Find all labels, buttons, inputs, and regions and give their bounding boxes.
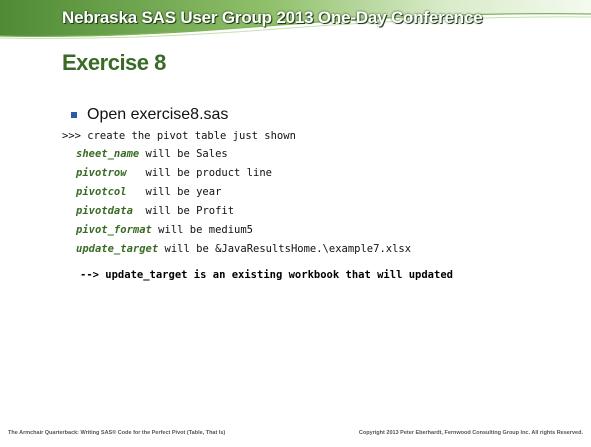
param-text: will be &JavaResultsHome.\example7.xlsx: [158, 243, 412, 255]
param-name: pivot_format: [76, 224, 152, 236]
param-text: will be medium5: [151, 224, 254, 236]
slide-title: Exercise 8: [62, 50, 166, 75]
param-line: sheet_name will be Sales: [76, 148, 228, 160]
footer-copyright: Copyright 2013 Peter Eberhardt, Fernwood…: [358, 430, 583, 436]
conference-title: Nebraska SAS User Group 2013 One-Day Con…: [62, 8, 483, 27]
param-line: pivotdata will be Profit: [76, 205, 234, 217]
param-name: update_target: [76, 243, 159, 255]
param-line: pivotrow will be product line: [76, 167, 272, 179]
param-line: pivotcol will be year: [76, 186, 221, 198]
param-name: pivotdata: [76, 205, 133, 217]
bullet-square-icon: [71, 112, 77, 118]
note-line: --> update_target is an existing workboo…: [80, 269, 453, 281]
param-name: sheet_name: [76, 148, 140, 160]
param-line: update_target will be &JavaResultsHome.\…: [76, 243, 411, 255]
footer-title: The Armchair Quarterback: Writing SAS® C…: [8, 430, 226, 436]
param-text: will be product line: [126, 167, 272, 179]
param-name: pivotrow: [76, 167, 127, 179]
param-text: will be Profit: [132, 205, 235, 217]
slide: Nebraska SAS User Group 2013 One-Day Con…: [0, 0, 591, 447]
param-text: will be year: [126, 186, 222, 198]
prompt-line: >>> create the pivot table just shown: [62, 130, 296, 142]
param-line: pivot_format will be medium5: [76, 224, 253, 236]
param-text: will be Sales: [139, 148, 228, 160]
bullet-text: Open exercise8.sas: [87, 106, 229, 123]
param-name: pivotcol: [76, 186, 127, 198]
